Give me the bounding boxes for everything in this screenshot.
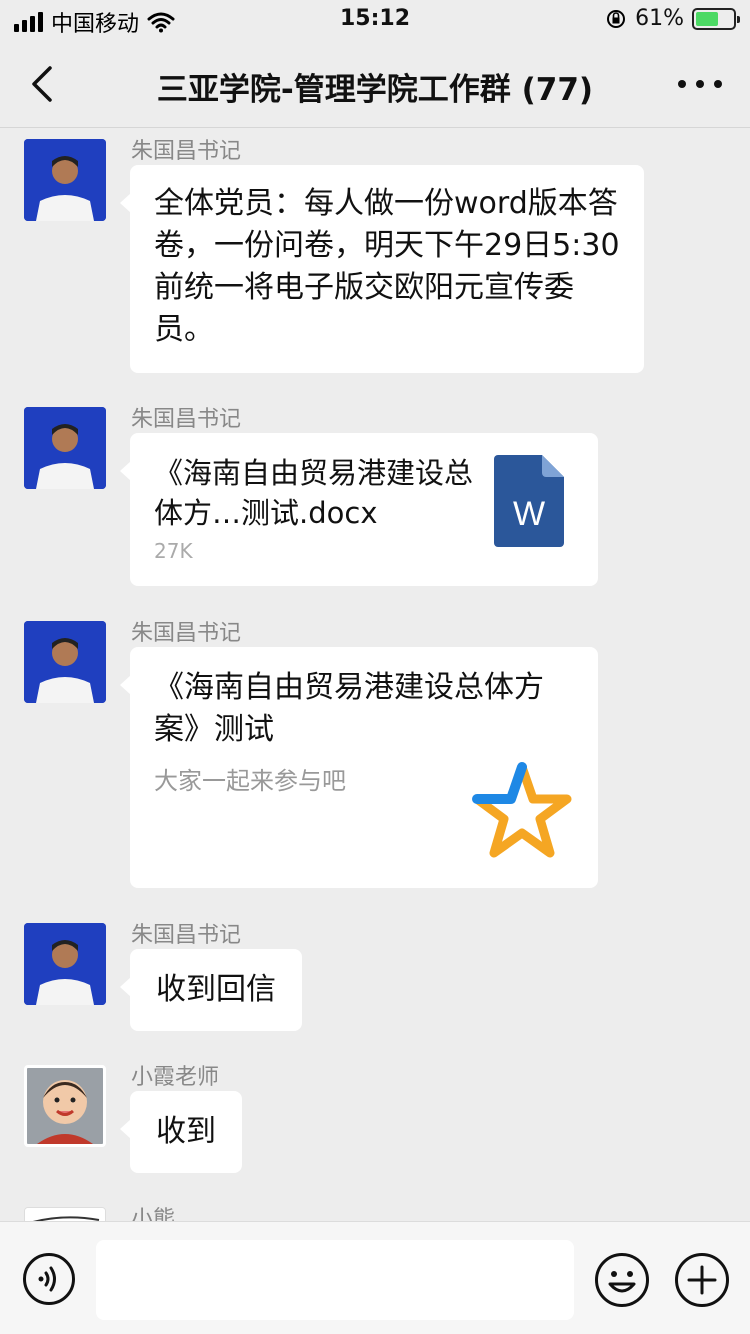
chat-title: 三亚学院-管理学院工作群 (77) <box>156 72 594 108</box>
child-avatar-icon <box>27 1068 103 1144</box>
file-card[interactable]: 《海南自由贸易港建设总体方…测试.docx 27K W <box>120 433 598 586</box>
message-text: 收到 <box>156 1114 216 1149</box>
person-avatar-icon <box>24 139 106 221</box>
message-text: 收到回信 <box>156 972 276 1007</box>
input-bar <box>0 1221 750 1334</box>
file-size: 27K <box>154 539 193 563</box>
more-icon[interactable] <box>678 70 722 98</box>
sender-name: 小霞老师 <box>131 1065 220 1090</box>
battery-percent: 61% <box>635 6 684 31</box>
file-name: 《海南自由贸易港建设总体方…测试.docx <box>154 456 474 530</box>
message-bubble[interactable]: 全体党员：每人做一份word版本答卷，一份问卷，明天下午29日5:30前统一将电… <box>120 165 644 373</box>
voice-icon[interactable] <box>22 1252 76 1306</box>
orientation-lock-icon <box>607 9 626 28</box>
message-bubble[interactable]: 收到回信 <box>120 949 302 1031</box>
file-icon-letter: W <box>513 495 545 533</box>
message-input[interactable] <box>96 1240 574 1320</box>
link-description: 大家一起来参与吧 <box>154 767 346 795</box>
sender-name: 朱国昌书记 <box>131 407 242 432</box>
word-file-icon: W <box>494 455 564 547</box>
message-text: 全体党员：每人做一份word版本答卷，一份问卷，明天下午29日5:30前统一将电… <box>154 186 620 347</box>
back-icon[interactable] <box>22 62 66 106</box>
avatar[interactable] <box>24 923 106 1005</box>
battery-icon <box>692 7 740 30</box>
avatar[interactable] <box>24 407 106 489</box>
sender-name: 朱国昌书记 <box>131 621 242 646</box>
nav-bar: 三亚学院-管理学院工作群 (77) <box>0 40 750 128</box>
link-title: 《海南自由贸易港建设总体方案》测试 <box>154 670 544 747</box>
star-logo-icon <box>472 762 572 858</box>
sender-name: 朱国昌书记 <box>131 139 242 164</box>
message-bubble[interactable]: 收到 <box>120 1091 242 1173</box>
avatar[interactable] <box>24 621 106 703</box>
person-avatar-icon <box>24 621 106 703</box>
person-avatar-icon <box>24 923 106 1005</box>
sender-name: 朱国昌书记 <box>131 923 242 948</box>
chat-area[interactable]: 朱国昌书记 全体党员：每人做一份word版本答卷，一份问卷，明天下午29日5:3… <box>0 129 750 1221</box>
sketch-avatar-icon <box>25 1208 105 1221</box>
status-bar: 中国移动 15:12 61% <box>0 0 750 40</box>
link-card[interactable]: 《海南自由贸易港建设总体方案》测试 大家一起来参与吧 <box>120 647 598 888</box>
status-right: 61% <box>605 6 740 31</box>
person-avatar-icon <box>24 407 106 489</box>
avatar[interactable] <box>24 1065 106 1147</box>
avatar[interactable] <box>24 1207 106 1221</box>
plus-icon[interactable] <box>674 1252 730 1308</box>
sender-name: 小熊 <box>131 1207 176 1221</box>
emoji-icon[interactable] <box>594 1252 650 1308</box>
avatar[interactable] <box>24 139 106 221</box>
